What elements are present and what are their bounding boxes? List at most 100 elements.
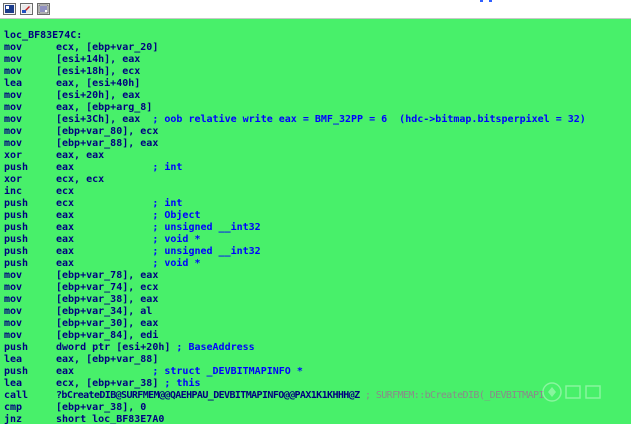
operand-text: [ebp+var_30], eax — [56, 318, 159, 329]
instruction-line[interactable]: lea ecx, [ebp+var_38] ; this — [0, 378, 631, 390]
instruction-line[interactable]: lea eax, [esi+40h] — [0, 78, 631, 90]
operand-text: eax — [56, 366, 75, 377]
operand-text: eax — [56, 162, 75, 173]
function-calls-icon[interactable] — [37, 3, 50, 15]
instruction-operands: [ebp+var_38], eax — [56, 294, 158, 306]
instruction-line[interactable]: push eax ; unsigned __int32 — [0, 246, 631, 258]
instruction-comment: ; BaseAddress — [170, 342, 255, 353]
instruction-line[interactable]: mov [ebp+var_38], eax — [0, 294, 631, 306]
instruction-line[interactable]: jnz short loc_BF83E7A0 — [0, 414, 631, 424]
instruction-line[interactable]: call ?bCreateDIB@SURFMEM@@QAEHPAU_DEVBITM… — [0, 390, 631, 402]
instruction-operands: short loc_BF83E7A0 — [56, 414, 164, 424]
code-label[interactable]: loc_BF83E74C: — [4, 30, 82, 42]
instruction-mnemonic: xor — [4, 150, 23, 161]
instruction-line[interactable]: mov [ebp+var_78], eax — [0, 270, 631, 282]
instruction-mnemonic: push — [4, 210, 29, 221]
instruction-operands: [esi+14h], eax — [56, 54, 140, 66]
instruction-line[interactable]: mov [esi+20h], eax — [0, 90, 631, 102]
instruction-operands: [ebp+var_84], edi — [56, 330, 158, 342]
instruction-operands: dword ptr [esi+20h] ; BaseAddress — [56, 342, 255, 354]
instruction-line[interactable]: push eax ; void * — [0, 258, 631, 270]
instruction-mnemonic: mov — [4, 318, 23, 329]
instruction-mnemonic: mov — [4, 330, 23, 341]
instruction-line[interactable]: push ecx ; int — [0, 198, 631, 210]
instruction-comment: ; unsigned __int32 — [74, 246, 261, 257]
instruction-line[interactable]: mov [esi+18h], ecx — [0, 66, 631, 78]
instruction-comment: ; struct _DEVBITMAPINFO * — [74, 366, 303, 377]
instruction-line[interactable]: inc ecx — [0, 186, 631, 198]
instruction-mnemonic: mov — [4, 138, 23, 149]
instruction-line[interactable]: push eax ; Object — [0, 210, 631, 222]
demangled-name-comment: ; SURFMEM::bCreateDIB(_DEVBITMAPI — [359, 390, 545, 401]
instruction-operands: [esi+20h], eax — [56, 90, 140, 102]
instruction-comment: ; this — [158, 378, 201, 389]
operand-text: [ebp+var_80], ecx — [56, 126, 159, 137]
instruction-comment: ; void * — [74, 234, 201, 245]
instruction-line[interactable]: lea eax, [ebp+var_88] — [0, 354, 631, 366]
instruction-operands: ecx, [ebp+var_20] — [56, 42, 158, 54]
instruction-operands: eax, eax — [56, 150, 104, 162]
instruction-operands: [ebp+var_74], ecx — [56, 282, 158, 294]
instruction-operands: eax ; unsigned __int32 — [56, 222, 261, 234]
instruction-line[interactable]: mov [ebp+var_80], ecx — [0, 126, 631, 138]
instruction-line[interactable]: push dword ptr [esi+20h] ; BaseAddress — [0, 342, 631, 354]
instruction-line[interactable]: mov [ebp+var_30], eax — [0, 318, 631, 330]
edit-icon[interactable] — [20, 3, 33, 15]
instruction-mnemonic: push — [4, 366, 29, 377]
instruction-line[interactable]: mov [ebp+var_74], ecx — [0, 282, 631, 294]
instruction-operands: eax, [ebp+arg_8] — [56, 102, 152, 114]
disassembly-listing[interactable]: loc_BF83E74C: mov ecx, [ebp+var_20] mov [es… — [0, 30, 631, 424]
operand-text: short loc_BF83E7A0 — [56, 414, 165, 424]
instruction-operands: eax ; struct _DEVBITMAPINFO * — [56, 366, 303, 378]
instruction-line[interactable]: mov [esi+14h], eax — [0, 54, 631, 66]
operand-text: [ebp+var_74], ecx — [56, 282, 159, 293]
instruction-mnemonic: push — [4, 258, 29, 269]
instruction-line[interactable]: push eax ; void * — [0, 234, 631, 246]
operand-text: [esi+18h], ecx — [56, 66, 141, 77]
watermark-logo — [542, 382, 601, 402]
instruction-line[interactable]: cmp [ebp+var_38], 0 — [0, 402, 631, 414]
instruction-mnemonic: jnz — [4, 414, 23, 424]
instruction-line[interactable]: mov [esi+3Ch], eax ; oob relative write e… — [0, 114, 631, 126]
instruction-line[interactable]: mov [ebp+var_84], edi — [0, 330, 631, 342]
instruction-mnemonic: push — [4, 198, 29, 209]
instruction-operands: [ebp+var_88], eax — [56, 138, 158, 150]
instruction-line[interactable]: mov ecx, [ebp+var_20] — [0, 42, 631, 54]
instruction-operands: ecx — [56, 186, 74, 198]
instruction-line[interactable]: mov [ebp+var_88], eax — [0, 138, 631, 150]
operand-text: [esi+20h], eax — [56, 90, 141, 101]
instruction-line[interactable]: push eax ; unsigned __int32 — [0, 222, 631, 234]
instruction-line[interactable]: xor ecx, ecx — [0, 174, 631, 186]
graph-view-icon[interactable] — [3, 3, 16, 15]
instruction-mnemonic: mov — [4, 90, 23, 101]
instruction-line[interactable]: push eax ; int — [0, 162, 631, 174]
instruction-operands: [ebp+var_38], 0 — [56, 402, 146, 414]
instruction-comment: ; int — [74, 162, 183, 173]
instruction-mnemonic: xor — [4, 174, 23, 185]
instruction-mnemonic: mov — [4, 126, 23, 137]
instruction-mnemonic: cmp — [4, 402, 23, 413]
operand-text: ecx, [ebp+var_38] — [56, 378, 159, 389]
instruction-mnemonic: inc — [4, 186, 23, 197]
instruction-comment: ; Object — [74, 210, 201, 221]
instruction-mnemonic: mov — [4, 306, 23, 317]
operand-text: eax — [56, 210, 75, 221]
instruction-line[interactable]: xor eax, eax — [0, 150, 631, 162]
instruction-operands: [ebp+var_80], ecx — [56, 126, 158, 138]
instruction-mnemonic: mov — [4, 66, 23, 77]
instruction-mnemonic: push — [4, 162, 29, 173]
operand-text: ecx, [ebp+var_20] — [56, 42, 159, 53]
instruction-line[interactable]: mov eax, [ebp+arg_8] — [0, 102, 631, 114]
instruction-operands: [ebp+var_30], eax — [56, 318, 158, 330]
operand-text: eax — [56, 234, 75, 245]
instruction-operands: eax ; int — [56, 162, 182, 174]
instruction-mnemonic: mov — [4, 114, 23, 125]
instruction-line[interactable]: mov [ebp+var_34], al — [0, 306, 631, 318]
instruction-comment: ; void * — [74, 258, 201, 269]
instruction-operands: eax ; unsigned __int32 — [56, 246, 261, 258]
operand-text: eax — [56, 258, 75, 269]
instruction-line[interactable]: push eax ; struct _DEVBITMAPINFO * — [0, 366, 631, 378]
instruction-mnemonic: push — [4, 222, 29, 233]
instruction-mnemonic: mov — [4, 282, 23, 293]
instruction-mnemonic: mov — [4, 102, 23, 113]
